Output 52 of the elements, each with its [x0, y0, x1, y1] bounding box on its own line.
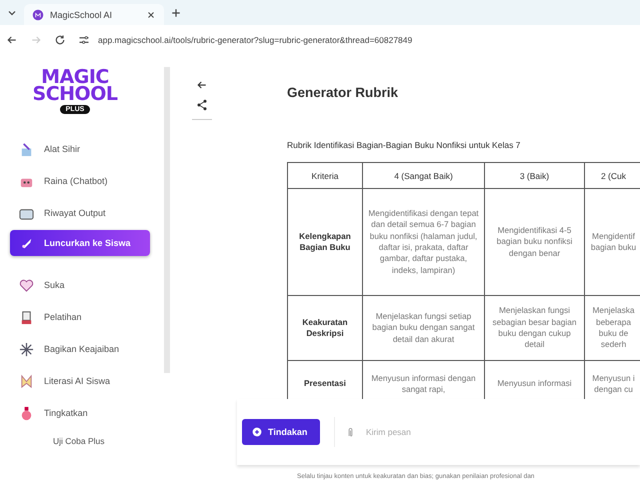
sidebar-label: Luncurkan ke Siswa [44, 238, 131, 248]
potion-icon [19, 406, 34, 420]
browser-tab[interactable]: MagicSchool AI [24, 4, 164, 25]
table-cell: Menjelaskan fungsi sebagian besar bagian buku dengan cukup detail [484, 296, 584, 360]
sidebar-label: Tingkatkan [44, 408, 88, 418]
sidebar-item[interactable]: Tingkatkan [10, 400, 150, 426]
trial-link[interactable]: Uji Coba Plus [53, 436, 160, 446]
sidebar-item[interactable]: Alat Sihir [10, 136, 150, 162]
plus-icon[interactable] [170, 6, 182, 18]
sidebar-label: Bagikan Keajaiban [44, 344, 120, 354]
sidebar-item[interactable]: Literasi AI Siswa [10, 368, 150, 394]
sidebar-label: Literasi AI Siswa [44, 376, 110, 386]
sidebar-label: Pelatihan [44, 312, 82, 322]
sidebar-label: Suka [44, 280, 65, 290]
sidebar-item[interactable]: Riwayat Output [10, 200, 150, 226]
sidebar-label: Raina (Chatbot) [44, 176, 108, 186]
favicon-icon [32, 8, 44, 20]
page-title: Generator Rubrik [287, 85, 400, 100]
rubric-title: Rubrik Identifikasi Bagian-Bagian Buku Nonfiksi untuk Kelas 7 [287, 140, 522, 150]
plus-circle-icon [252, 427, 262, 437]
sidebar-item[interactable]: Suka [10, 272, 150, 298]
column-header: 3 (Baik) [484, 162, 584, 188]
column-header: 4 (Sangat Baik) [362, 162, 484, 188]
criterion-cell: Keakuratan Deskripsi [288, 296, 362, 360]
reload-icon[interactable] [54, 34, 66, 46]
sidebar-item[interactable]: Raina (Chatbot) [10, 168, 150, 194]
sparkle-icon [19, 342, 34, 356]
message-field[interactable]: Kirim pesan [364, 426, 640, 438]
table-cell: Menjelaskan fungsi setiap bagian buku dengan sangat detail dan akurat [362, 296, 484, 360]
sidebar-label: Riwayat Output [44, 208, 106, 218]
site-settings-icon[interactable] [78, 34, 90, 46]
share-icon[interactable] [196, 99, 208, 111]
heart-icon [19, 278, 34, 292]
address-bar[interactable]: app.magicschool.ai/tools/rubric-generator?slug=rubric-generator&thread=60827849 [98, 35, 412, 45]
sidebar-item[interactable]: Bagikan Keajaiban [10, 336, 150, 362]
table-cell: Mengidentifikasi 4-5 bagian buku nonfiksi dengan benar [484, 188, 584, 296]
close-icon[interactable] [146, 10, 156, 20]
sidebar-item[interactable]: Luncurkan ke Siswa [10, 230, 150, 256]
back-icon[interactable] [6, 34, 18, 46]
column-header: 2 (Cuk [584, 162, 640, 188]
tab-title: MagicSchool AI [50, 10, 114, 20]
sidebar-item[interactable]: Pelatihan [10, 304, 150, 330]
criterion-cell: Kelengkapan Bagian Buku [288, 188, 362, 296]
ribbon-icon [19, 374, 34, 388]
action-button[interactable]: Tindakan [242, 419, 320, 445]
table-cell: Mengidentifikasi dengan tepat dan detail semua 6-7 bagian buku nonfiksi (halaman judul, daftar isi, prakata, daftar gambar, daftar pustaka, indeks, lampiran) [362, 188, 484, 296]
sidebar-label: Alat Sihir [44, 144, 80, 154]
scrollbar[interactable] [164, 67, 170, 373]
back-icon[interactable] [196, 79, 208, 91]
criterion-cell: Presentasi [288, 360, 362, 399]
column-header: Kriteria [288, 162, 362, 188]
wand-icon [19, 142, 34, 156]
